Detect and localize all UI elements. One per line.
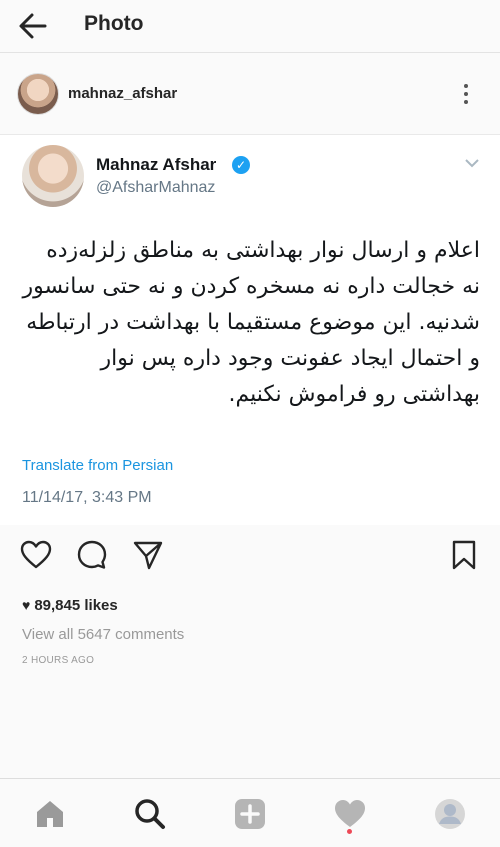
post-header: mahnaz_afshar — [0, 53, 500, 133]
profile-avatar-icon[interactable] — [433, 797, 467, 831]
bottom-nav — [0, 778, 500, 847]
notification-dot — [347, 829, 352, 834]
share-icon[interactable] — [132, 539, 164, 571]
home-icon[interactable] — [33, 797, 67, 831]
tweet-timestamp: 11/14/17, 3:43 PM — [22, 489, 152, 506]
post-username[interactable]: mahnaz_afshar — [68, 85, 177, 102]
back-arrow-icon[interactable] — [18, 12, 48, 40]
top-bar: Photo — [0, 0, 500, 53]
bookmark-icon[interactable] — [448, 539, 480, 571]
search-icon[interactable] — [133, 797, 167, 831]
comment-bubble-icon[interactable] — [76, 539, 108, 571]
avatar[interactable] — [17, 73, 59, 115]
page-title: Photo — [84, 12, 144, 35]
plus-square-icon[interactable] — [233, 797, 267, 831]
tweet-screenshot[interactable]: Mahnaz Afshar ✓ @AfsharMahnaz اعلام و ار… — [0, 134, 500, 525]
tweet-text: اعلام و ارسال نوار بهداشتی به مناطق زلزل… — [22, 238, 480, 407]
heart-outline-icon[interactable] — [20, 539, 52, 571]
view-comments-link[interactable]: View all 5647 comments — [22, 626, 184, 643]
likes-count[interactable]: ♥ 89,845 likes — [22, 597, 118, 614]
tweet-display-name: Mahnaz Afshar — [96, 155, 217, 174]
action-bar — [0, 525, 500, 581]
more-options-icon[interactable] — [458, 81, 474, 107]
tweet-avatar — [22, 145, 84, 207]
chevron-down-icon — [465, 159, 479, 168]
verified-badge-icon: ✓ — [232, 156, 250, 174]
post-time-ago: 2 HOURS AGO — [22, 655, 95, 666]
translate-link: Translate from Persian — [22, 457, 174, 474]
likes-label: 89,845 likes — [34, 597, 118, 614]
tweet-handle: @AfsharMahnaz — [96, 179, 216, 196]
heart-filled-icon: ♥ — [22, 597, 31, 613]
activity-heart-icon[interactable] — [333, 797, 367, 831]
